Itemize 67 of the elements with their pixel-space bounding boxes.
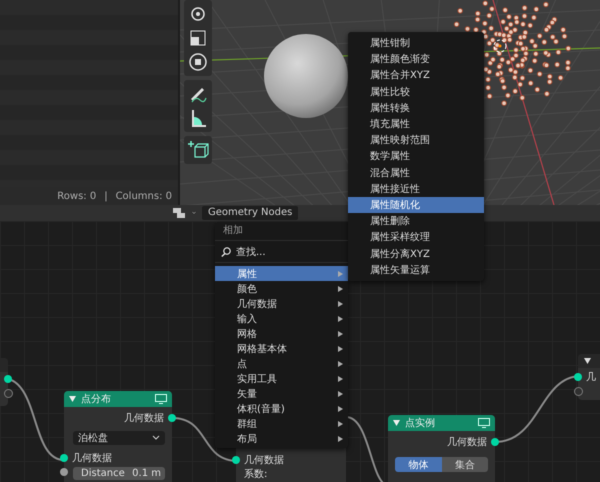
monitor-icon[interactable] bbox=[478, 418, 490, 428]
menu-item[interactable]: 混合属性 bbox=[348, 164, 484, 181]
menu-item[interactable]: 属性分离XYZ bbox=[348, 245, 484, 262]
submenu-arrow-icon bbox=[338, 376, 343, 382]
menu-item[interactable]: 属性颜色渐变 bbox=[348, 51, 484, 68]
submenu-arrow-icon bbox=[338, 360, 343, 366]
menu-item[interactable]: 输入 bbox=[215, 311, 348, 326]
menu-item[interactable]: 颜色 bbox=[215, 281, 348, 296]
menu-item[interactable]: 填充属性 bbox=[348, 116, 484, 132]
node-title: 点实例 bbox=[405, 416, 436, 430]
socket-label: 几何数据 bbox=[72, 452, 112, 465]
separator: | bbox=[104, 190, 108, 202]
toggle-option[interactable]: 物体 bbox=[395, 457, 442, 472]
node-editor-type-icon[interactable] bbox=[172, 207, 186, 219]
search-icon bbox=[221, 246, 231, 256]
menu-item[interactable]: 数学属性 bbox=[348, 148, 484, 164]
submenu-arrow-icon bbox=[338, 300, 343, 306]
menu-item[interactable]: 属性矢量运算 bbox=[348, 262, 484, 278]
submenu-arrow-icon bbox=[338, 390, 343, 396]
menu-item[interactable]: 属性合并XYZ bbox=[348, 67, 484, 84]
submenu-arrow-icon bbox=[338, 316, 343, 322]
menu-title: 相加 bbox=[222, 224, 244, 237]
menu-item[interactable]: 属性删除 bbox=[348, 213, 484, 230]
submenu-arrow-icon bbox=[338, 420, 343, 426]
monitor-icon[interactable] bbox=[155, 394, 167, 404]
menu-item[interactable]: 点 bbox=[215, 356, 348, 371]
menu-item[interactable]: 属性接近性 bbox=[348, 180, 484, 197]
node-socket[interactable] bbox=[491, 438, 499, 446]
menu-item[interactable]: 属性 bbox=[215, 266, 348, 281]
submenu-arrow-icon bbox=[338, 346, 343, 352]
submenu-arrow-icon bbox=[338, 406, 343, 412]
menu-item[interactable]: 属性比较 bbox=[348, 84, 484, 100]
socket-label: 几何数据 bbox=[244, 454, 284, 467]
chevron-down-icon bbox=[152, 435, 160, 441]
menu-item[interactable]: 实用工具 bbox=[215, 371, 348, 386]
node-title: 点分布 bbox=[81, 392, 112, 406]
menu-item[interactable]: 网格基本体 bbox=[215, 341, 348, 356]
socket-label: 几 bbox=[586, 371, 596, 384]
menu-item[interactable]: 属性钳制 bbox=[348, 35, 484, 52]
menu-item[interactable]: 属性随机化 bbox=[348, 196, 484, 214]
menu-item[interactable]: 几何数据 bbox=[215, 296, 348, 311]
menu-item[interactable]: 属性转换 bbox=[348, 100, 484, 116]
menu-item[interactable]: 体积(音量) bbox=[215, 401, 348, 416]
node-tree-name-field[interactable]: Geometry Nodes bbox=[202, 206, 298, 220]
submenu-arrow-icon bbox=[338, 270, 343, 276]
submenu-arrow-icon bbox=[338, 330, 343, 336]
socket-label: 几何数据 bbox=[124, 412, 164, 425]
node-socket[interactable] bbox=[232, 456, 240, 464]
distance-field[interactable]: Distance 0.1 m bbox=[73, 466, 165, 480]
collapse-triangle-icon[interactable] bbox=[584, 358, 591, 364]
submenu-arrow-icon bbox=[338, 286, 343, 292]
socket-label: 几何数据 bbox=[447, 436, 487, 449]
crosshair-circle-icon bbox=[494, 40, 506, 52]
menu-item[interactable]: 布局 bbox=[215, 431, 348, 446]
column-count: Columns: 0 bbox=[116, 190, 172, 202]
menu-item[interactable]: 矢量 bbox=[215, 386, 348, 401]
menu-item[interactable]: 网格 bbox=[215, 326, 348, 341]
menu-item[interactable]: 属性采样纹理 bbox=[348, 229, 484, 246]
node-socket[interactable] bbox=[168, 414, 176, 422]
toggle-option[interactable]: 集合 bbox=[442, 457, 488, 472]
row-count: Rows: 0 bbox=[57, 190, 96, 202]
search-menu-item[interactable]: 查找... bbox=[215, 244, 348, 259]
menu-item[interactable]: 属性映射范围 bbox=[348, 132, 484, 148]
field-label: 系数: bbox=[244, 468, 268, 481]
mode-dropdown[interactable]: 泊松盘 bbox=[73, 431, 165, 445]
submenu-arrow-icon bbox=[338, 436, 343, 442]
menu-item[interactable]: 群组 bbox=[215, 416, 348, 431]
